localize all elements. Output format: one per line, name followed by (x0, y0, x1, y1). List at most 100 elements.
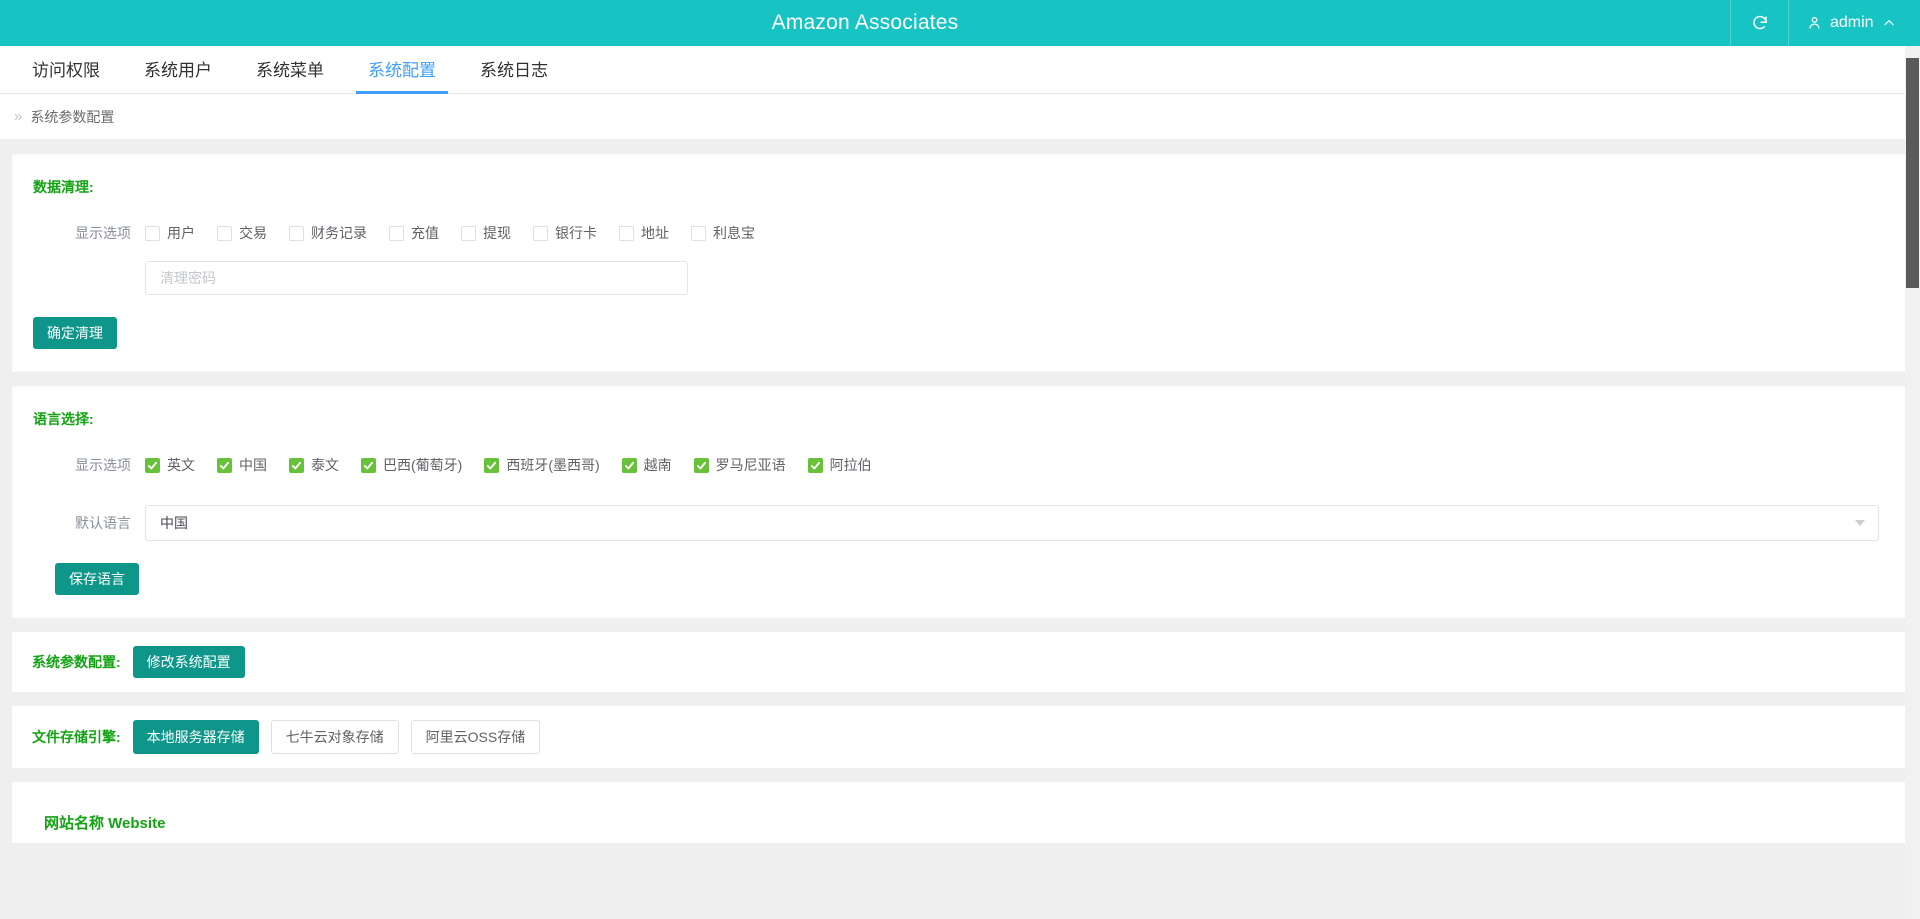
checkbox-label: 提现 (483, 225, 511, 241)
checkbox-data_cleanup-7[interactable]: 利息宝 (691, 223, 755, 243)
checkbox-language-5[interactable]: 越南 (621, 455, 672, 475)
checkbox-data_cleanup-6[interactable]: 地址 (619, 223, 669, 243)
user-icon (1807, 15, 1822, 31)
main-tab-bar: 访问权限 系统用户 系统菜单 系统配置 系统日志 (0, 46, 1920, 94)
check-icon (693, 457, 709, 473)
checkbox-label: 交易 (239, 225, 267, 241)
checkbox-data_cleanup-3[interactable]: 充值 (389, 223, 439, 243)
checkbox-label: 西班牙(墨西哥) (506, 457, 600, 473)
check-icon (484, 457, 500, 473)
save-language-button[interactable]: 保存语言 (55, 563, 139, 595)
check-icon (145, 457, 160, 473)
tab-3[interactable]: 系统配置 (346, 56, 458, 94)
data-cleanup-password-row (33, 261, 1887, 295)
checkbox-label: 巴西(葡萄牙) (383, 457, 463, 473)
data-cleanup-title: 数据清理: (33, 179, 94, 195)
check-icon (807, 457, 823, 473)
check-icon (289, 457, 304, 473)
storage-engine-option-1[interactable]: 七牛云对象存储 (270, 720, 399, 754)
checkbox-box-icon (619, 225, 634, 241)
site-name-title: 网站名称 Website (44, 815, 166, 832)
storage-engine-label: 文件存储引擎: (32, 729, 121, 745)
system-params-card: 系统参数配置: 修改系统配置 (12, 632, 1908, 692)
breadcrumb-label: 系统参数配置 (30, 108, 115, 125)
username-label: admin (1830, 14, 1874, 31)
tab-label: 系统配置 (368, 61, 436, 80)
storage-engine-option-0[interactable]: 本地服务器存储 (132, 720, 259, 754)
data-cleanup-actions: 确定清理 (33, 317, 1887, 349)
storage-engine-option-2[interactable]: 阿里云OSS存储 (410, 720, 541, 754)
language-actions: 保存语言 (33, 563, 1887, 595)
refresh-button[interactable] (1730, 0, 1788, 46)
checkbox-language-4[interactable]: 西班牙(墨西哥) (484, 455, 600, 475)
user-menu[interactable]: admin (1788, 0, 1920, 46)
data-cleanup-options-label: 显示选项 (75, 225, 131, 241)
checkbox-label: 用户 (167, 225, 195, 241)
cleanup-password-input[interactable] (145, 261, 688, 295)
checkbox-label: 阿拉伯 (829, 457, 872, 473)
checkbox-language-6[interactable]: 罗马尼亚语 (693, 455, 786, 475)
checkbox-label: 罗马尼亚语 (715, 457, 786, 473)
default-language-row: 默认语言 中国 (33, 505, 1887, 541)
checkbox-label: 银行卡 (555, 225, 597, 241)
checkbox-data_cleanup-4[interactable]: 提现 (461, 223, 511, 243)
storage-engine-card: 文件存储引擎: 本地服务器存储 七牛云对象存储 阿里云OSS存储 (12, 706, 1908, 768)
checkbox-box-icon (389, 225, 404, 241)
checkbox-data_cleanup-0[interactable]: 用户 (145, 223, 195, 243)
language-options-label: 显示选项 (75, 457, 131, 473)
modify-system-config-button[interactable]: 修改系统配置 (132, 646, 245, 678)
default-language-value: 中国 (160, 515, 188, 531)
tab-label: 系统日志 (480, 61, 548, 80)
checkbox-language-1[interactable]: 中国 (217, 455, 267, 475)
language-title: 语言选择: (33, 411, 94, 427)
checkbox-language-3[interactable]: 巴西(葡萄牙) (361, 455, 462, 475)
checkbox-label: 泰文 (311, 457, 339, 473)
tab-label: 访问权限 (32, 61, 100, 80)
tab-0[interactable]: 访问权限 (10, 56, 122, 93)
checkbox-box-icon (289, 225, 304, 241)
tab-2[interactable]: 系统菜单 (234, 56, 346, 93)
checkbox-language-2[interactable]: 泰文 (289, 455, 339, 475)
language-checkbox-group: 英文 中国 泰文 巴西(葡萄牙) 西班牙(墨西哥) 越南 罗马尼亚语 阿拉伯 (145, 455, 894, 475)
checkbox-data_cleanup-5[interactable]: 银行卡 (533, 223, 597, 243)
check-icon (361, 457, 376, 473)
page-content: 数据清理: 显示选项 用户 交易 财务记录 充值 提现 银行卡 地址 利息宝 确定清理 语言选… (0, 140, 1920, 843)
default-language-select[interactable]: 中国 (145, 505, 1879, 541)
check-icon (621, 457, 637, 473)
refresh-icon (1751, 14, 1769, 32)
app-title: Amazon Associates (771, 11, 959, 34)
checkbox-label: 利息宝 (713, 225, 755, 241)
confirm-cleanup-button[interactable]: 确定清理 (33, 317, 117, 349)
tab-4[interactable]: 系统日志 (458, 56, 570, 93)
checkbox-language-0[interactable]: 英文 (145, 455, 195, 475)
data-cleanup-card: 数据清理: 显示选项 用户 交易 财务记录 充值 提现 银行卡 地址 利息宝 确定清理 (12, 154, 1908, 372)
top-header-bar: Amazon Associates admin (0, 0, 1920, 46)
tab-label: 系统菜单 (256, 61, 324, 80)
checkbox-data_cleanup-2[interactable]: 财务记录 (289, 223, 367, 243)
checkbox-label: 财务记录 (311, 225, 367, 241)
tab-1[interactable]: 系统用户 (122, 56, 234, 93)
breadcrumb-chevron-icon: » (14, 108, 23, 125)
checkbox-box-icon (691, 225, 706, 241)
language-options-row: 显示选项 英文 中国 泰文 巴西(葡萄牙) 西班牙(墨西哥) 越南 罗马尼亚语 阿拉伯 (33, 455, 1887, 475)
checkbox-box-icon (217, 225, 232, 241)
checkbox-label: 越南 (643, 457, 672, 473)
storage-engine-options: 本地服务器存储 七牛云对象存储 阿里云OSS存储 (132, 720, 541, 754)
checkbox-language-7[interactable]: 阿拉伯 (807, 455, 872, 475)
checkbox-label: 充值 (411, 225, 439, 241)
chevron-up-icon (1882, 16, 1896, 30)
data-cleanup-options-row: 显示选项 用户 交易 财务记录 充值 提现 银行卡 地址 利息宝 (33, 223, 1887, 243)
page-scrollbar-thumb[interactable] (1906, 58, 1919, 288)
checkbox-box-icon (533, 225, 548, 241)
default-language-label: 默认语言 (75, 515, 131, 531)
system-params-label: 系统参数配置: (32, 654, 121, 670)
scrollbar-header-cap (1905, 0, 1920, 46)
breadcrumb: » 系统参数配置 (0, 94, 1920, 140)
default-language-select-wrap: 中国 (145, 505, 1879, 541)
checkbox-label: 地址 (641, 225, 669, 241)
language-card: 语言选择: 显示选项 英文 中国 泰文 巴西(葡萄牙) 西班牙(墨西哥) 越南 罗马尼亚语阿… (12, 386, 1908, 618)
checkbox-data_cleanup-1[interactable]: 交易 (217, 223, 267, 243)
site-settings-card: 网站名称 Website (12, 782, 1908, 843)
checkbox-label: 中国 (239, 457, 267, 473)
tab-label: 系统用户 (144, 61, 212, 80)
